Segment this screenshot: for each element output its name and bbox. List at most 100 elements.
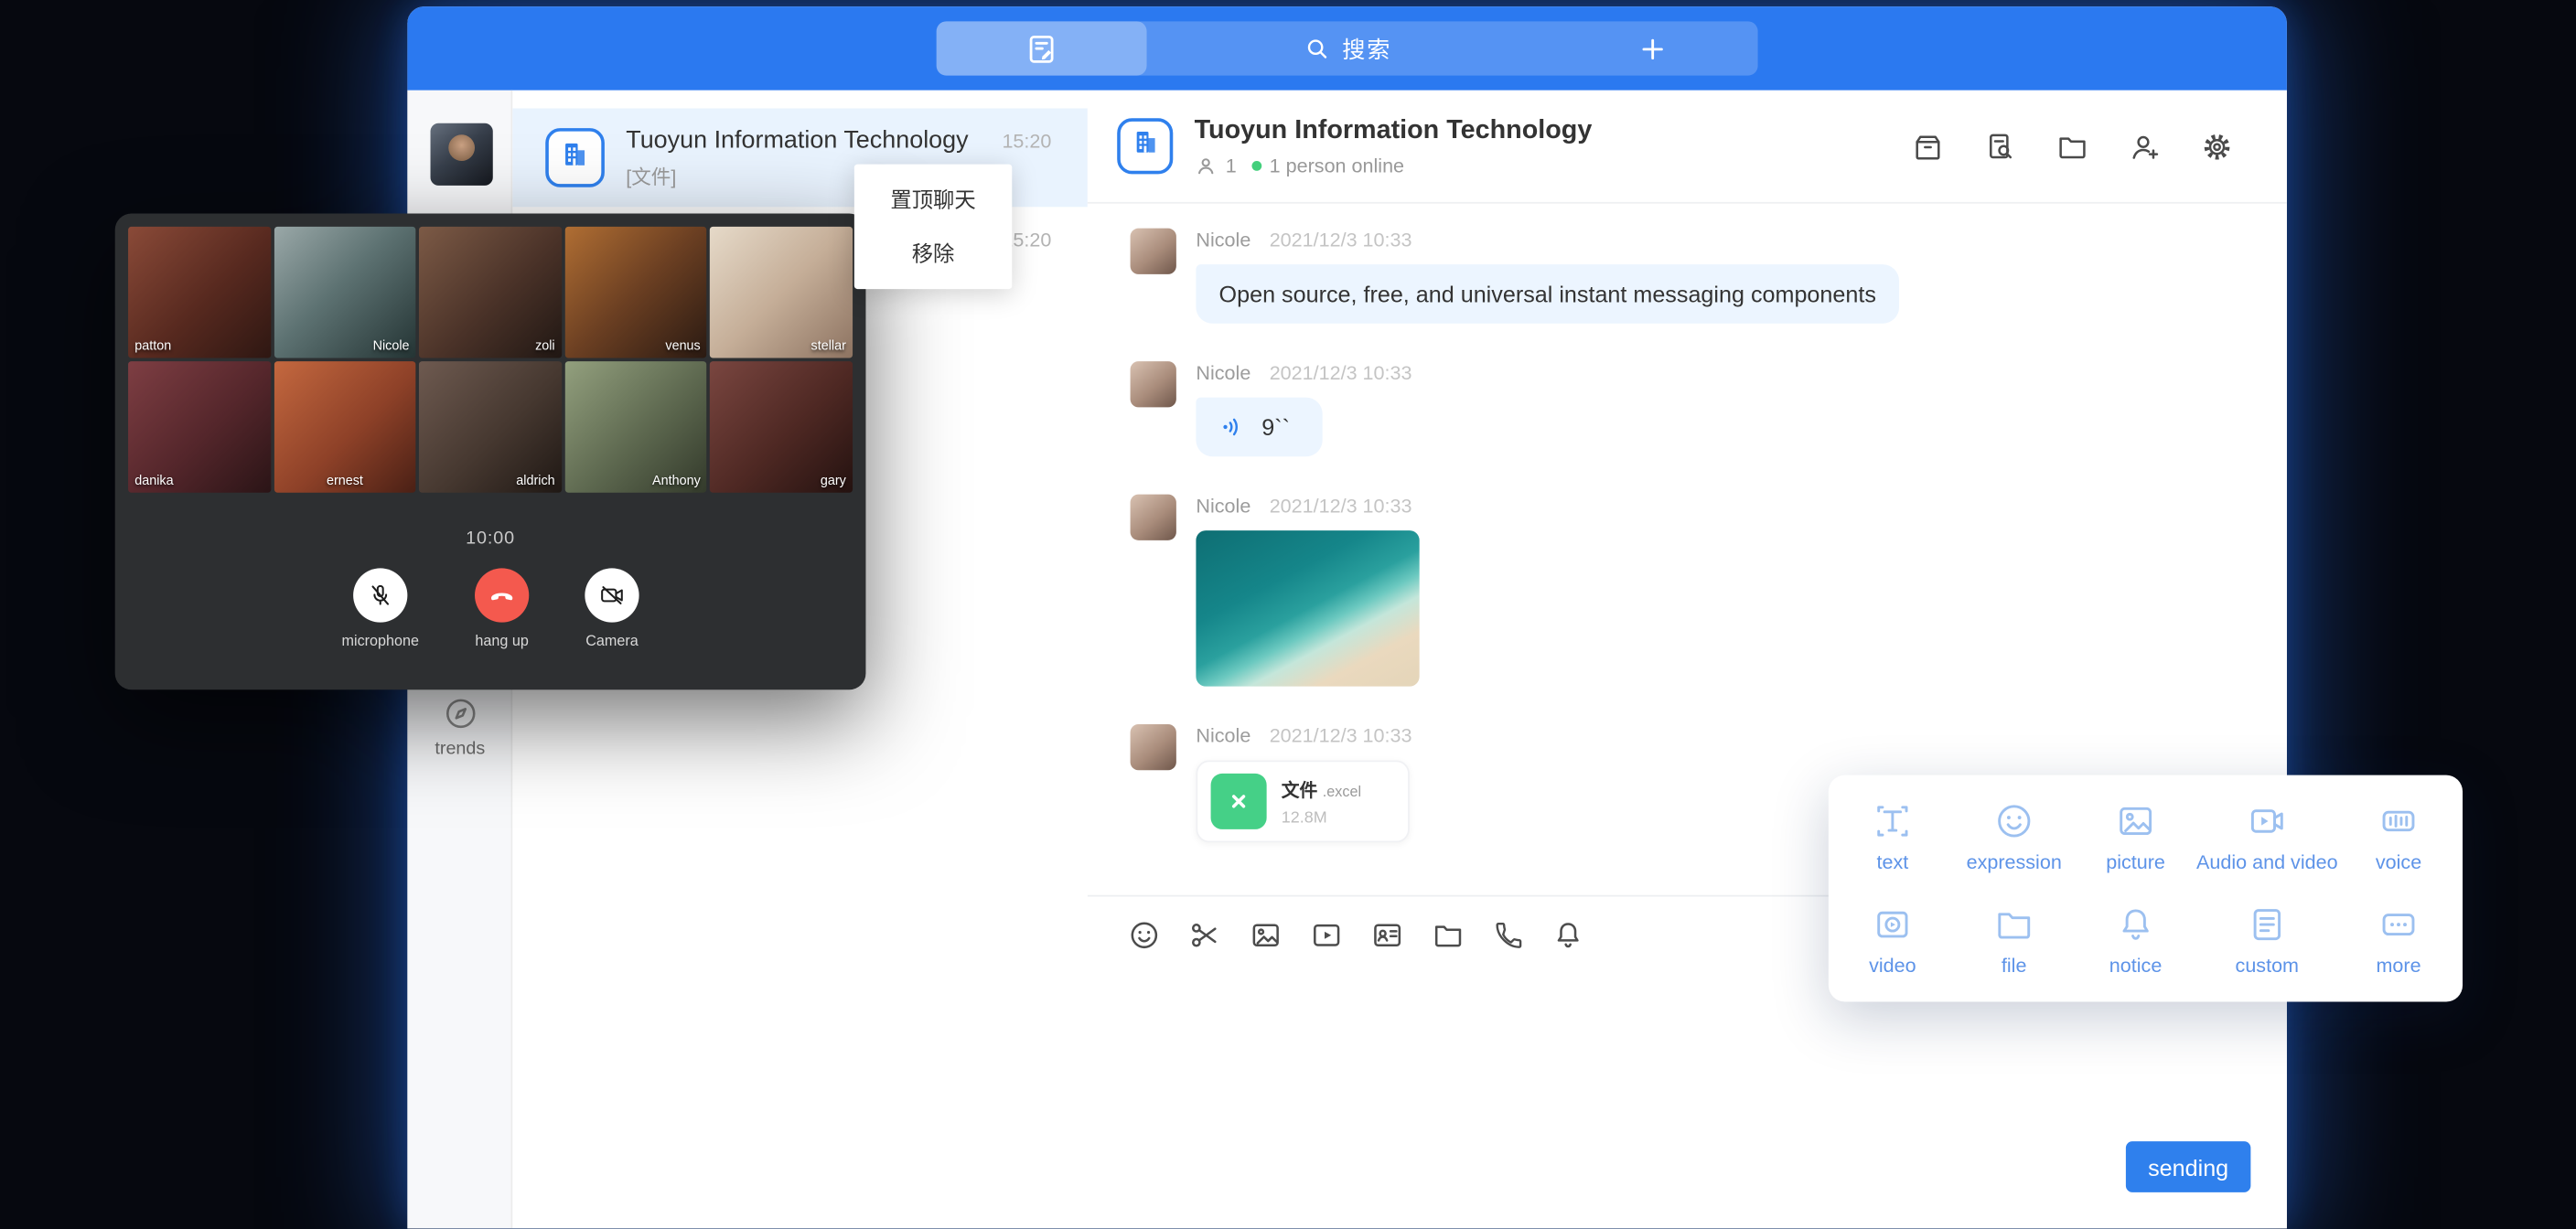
sender-name: Nicole	[1196, 361, 1250, 384]
file-folder-icon	[1992, 903, 2035, 946]
participant-name: stellar	[811, 338, 846, 353]
rail-item-trends[interactable]: trends	[407, 695, 512, 759]
add-member-icon[interactable]	[2128, 129, 2163, 164]
mic-off-button[interactable]	[353, 568, 407, 622]
search-placeholder: 搜索	[1342, 32, 1391, 65]
sender-name: Nicole	[1196, 495, 1250, 518]
attach-item-custom[interactable]: custom	[2196, 889, 2338, 992]
chat-header-actions	[1911, 129, 2235, 164]
custom-doc-icon	[2246, 903, 2289, 946]
video-play-icon	[1872, 903, 1915, 946]
image-icon[interactable]	[1249, 918, 1283, 953]
more-dots-icon	[2377, 903, 2420, 946]
sender-avatar[interactable]	[1131, 495, 1176, 540]
contact-card-icon[interactable]	[1370, 918, 1405, 953]
message-text: Nicole 2021/12/3 10:33 Open source, free…	[1131, 229, 2287, 324]
settings-gear-icon[interactable]	[2200, 129, 2235, 164]
text-icon	[1872, 800, 1915, 843]
hangup-button[interactable]	[475, 568, 529, 622]
search-bar[interactable]: 搜索	[937, 21, 1758, 75]
voice-bubble[interactable]: 9``	[1196, 398, 1323, 457]
chat-subtitle: 1 1 person online	[1195, 154, 1593, 176]
attach-item-audio-video[interactable]: Audio and video	[2196, 785, 2338, 888]
camera-control: Camera	[585, 568, 639, 648]
file-attachment[interactable]: 文件 .excel 12.8M	[1196, 761, 1409, 843]
compose-note-icon	[1024, 30, 1060, 67]
voice-icon	[2377, 800, 2420, 843]
voice-duration: 9``	[1261, 414, 1290, 441]
image-attachment[interactable]	[1196, 530, 1419, 687]
video-tile: patton	[128, 227, 271, 358]
video-tile: stellar	[711, 227, 853, 358]
building-icon	[559, 137, 592, 178]
folder-icon[interactable]	[1431, 918, 1465, 953]
attach-item-picture[interactable]: picture	[2075, 785, 2196, 888]
phone-icon[interactable]	[1492, 919, 1525, 952]
my-avatar[interactable]	[431, 123, 493, 186]
attach-item-voice[interactable]: voice	[2338, 785, 2460, 888]
bell-icon[interactable]	[1551, 918, 1585, 953]
search-icon	[1303, 35, 1331, 63]
video-tile: zoli	[419, 227, 562, 358]
conversation-title: Tuoyun Information Technology	[626, 125, 1002, 154]
video-tile: ernest	[274, 361, 416, 493]
attach-item-notice[interactable]: notice	[2075, 889, 2196, 992]
notice-bell-icon	[2114, 903, 2157, 946]
trends-label: trends	[435, 739, 485, 759]
call-controls: microphone hang up	[115, 568, 866, 648]
sender-name: Nicole	[1196, 229, 1250, 251]
file-search-icon[interactable]	[1983, 129, 2018, 164]
screen: 搜索	[0, 0, 2576, 1229]
camera-off-button[interactable]	[585, 568, 639, 622]
menu-item-pin[interactable]: 置顶聊天	[854, 173, 1012, 227]
participant-grid: patton Nicole zoli venus stellar danika …	[115, 213, 866, 492]
sender-avatar[interactable]	[1131, 724, 1176, 770]
compose-note-button[interactable]	[937, 21, 1147, 75]
mic-off-icon	[366, 582, 394, 610]
emoji-icon[interactable]	[1127, 918, 1162, 953]
sender-avatar[interactable]	[1131, 229, 1176, 274]
video-tile: aldrich	[419, 361, 562, 493]
message-time: 2021/12/3 10:33	[1270, 229, 1412, 251]
attach-item-text[interactable]: text	[1831, 785, 1953, 888]
hangup-icon	[487, 580, 518, 611]
chat-header-info: Tuoyun Information Technology 1 1 person…	[1195, 116, 1593, 176]
participant-name: ernest	[327, 473, 363, 487]
online-status: 1 person online	[1270, 154, 1404, 176]
participant-name: Anthony	[652, 473, 701, 487]
menu-item-remove[interactable]: 移除	[854, 227, 1012, 281]
chat-panel: Tuoyun Information Technology 1 1 person…	[1088, 91, 2287, 1229]
members-icon	[1195, 154, 1218, 176]
participant-name: zoli	[535, 338, 555, 353]
online-dot	[1251, 160, 1261, 170]
chat-header: Tuoyun Information Technology 1 1 person…	[1088, 91, 2287, 204]
video-tile: Nicole	[274, 227, 416, 358]
folder-icon[interactable]	[2055, 129, 2090, 164]
building-icon	[1130, 126, 1161, 166]
attach-type-panel: text expression	[1829, 775, 2463, 1002]
delivery-box-icon[interactable]	[1911, 129, 1946, 164]
control-label: hang up	[475, 632, 528, 648]
file-extension: .excel	[1323, 783, 1361, 799]
send-button[interactable]: sending	[2126, 1141, 2250, 1192]
video-icon[interactable]	[1309, 918, 1344, 953]
chat-title: Tuoyun Information Technology	[1195, 116, 1593, 145]
top-bar: 搜索	[407, 6, 2287, 91]
control-label: microphone	[342, 632, 419, 648]
add-button[interactable]	[1548, 32, 1758, 65]
video-tile: venus	[564, 227, 707, 358]
search-input[interactable]: 搜索	[1147, 32, 1548, 65]
attach-item-expression[interactable]: expression	[1953, 785, 2075, 888]
file-size: 12.8M	[1282, 808, 1361, 827]
attach-item-file[interactable]: file	[1953, 889, 2075, 992]
video-tile: danika	[128, 361, 271, 493]
attach-item-video[interactable]: video	[1831, 889, 1953, 992]
sender-avatar[interactable]	[1131, 361, 1176, 407]
sender-name: Nicole	[1196, 724, 1250, 747]
text-bubble: Open source, free, and universal instant…	[1196, 264, 1899, 324]
scissors-icon[interactable]	[1187, 918, 1222, 953]
attach-item-more[interactable]: more	[2338, 889, 2460, 992]
expression-icon	[1992, 800, 2035, 843]
participant-name: Nicole	[373, 338, 410, 353]
file-name: 文件	[1282, 781, 1318, 801]
